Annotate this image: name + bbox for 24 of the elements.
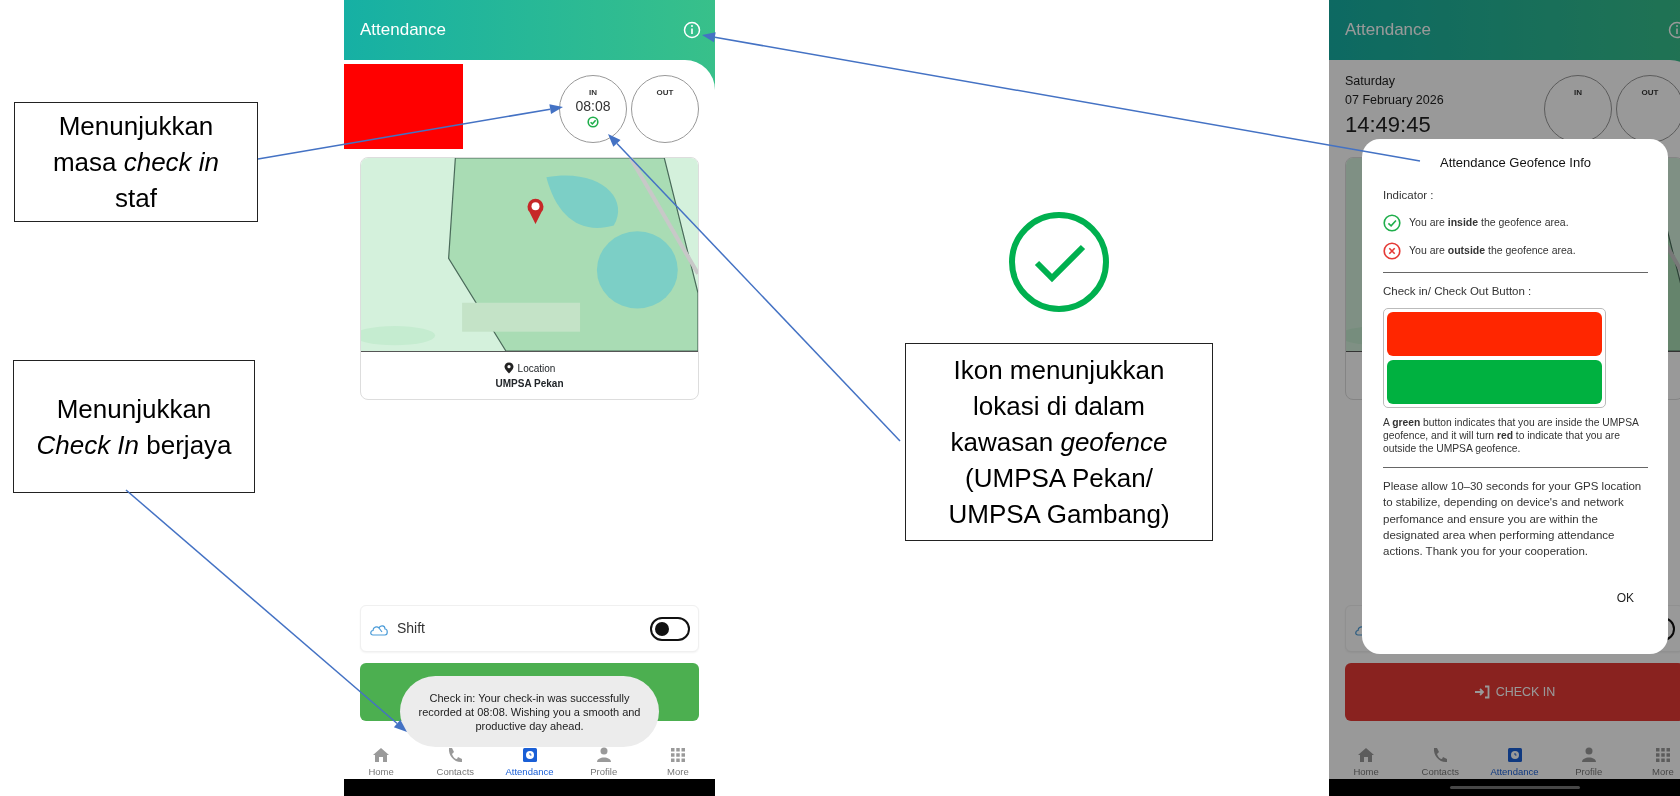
screen-title: Attendance — [1345, 19, 1431, 42]
legend-text: A green button indicates that you are inside the UMPSA geofence, and it will turn red to indicate that you are outside the UMPSA geofence. — [1383, 416, 1640, 455]
punch-label: OUT — [656, 88, 674, 98]
punch-time: 08:08 — [575, 98, 611, 115]
indicator-text: You are outside the geofence area. — [1409, 242, 1576, 258]
punch-label: IN — [1574, 88, 1582, 98]
clock-text: 14:49:45 — [1345, 110, 1432, 139]
location-name: UMPSA Pekan — [495, 376, 564, 391]
punch-label: OUT — [1641, 88, 1659, 98]
section-label: Indicator : — [1383, 187, 1435, 203]
check-in-toast: Check in: Your check-in was successfully recorded at 08:08. Wishing you a smooth and productive day ahead. — [400, 676, 659, 747]
location-label: Location — [517, 361, 556, 376]
punch-label: IN — [589, 88, 597, 98]
note-text: Please allow 10–30 seconds for your GPS location to stabilize, depending on device's and network perfomance and ensure you are within the designated area when performing attendance actions. Thank you for your cooperation. — [1383, 479, 1643, 560]
shift-label: Shift — [397, 619, 425, 638]
callout-box: Ikon menunjukkan lokasi di dalam kawasan geofence (UMPSA Pekan/ UMPSA Gambang) — [905, 343, 1213, 541]
screen-title: Attendance — [360, 19, 446, 42]
dialog-title: Attendance Geofence Info — [1438, 154, 1593, 172]
section-label: Check in/ Check Out Button : — [1383, 283, 1533, 299]
callout-box: Menunjukkan Check In berjaya — [13, 360, 255, 493]
date-text: 07 February 2026 — [1345, 91, 1444, 109]
day-text: Saturday — [1345, 73, 1397, 90]
callout-box: Menunjukkan masa check in staf — [14, 102, 258, 222]
indicator-text: You are inside the geofence area. — [1409, 214, 1569, 230]
